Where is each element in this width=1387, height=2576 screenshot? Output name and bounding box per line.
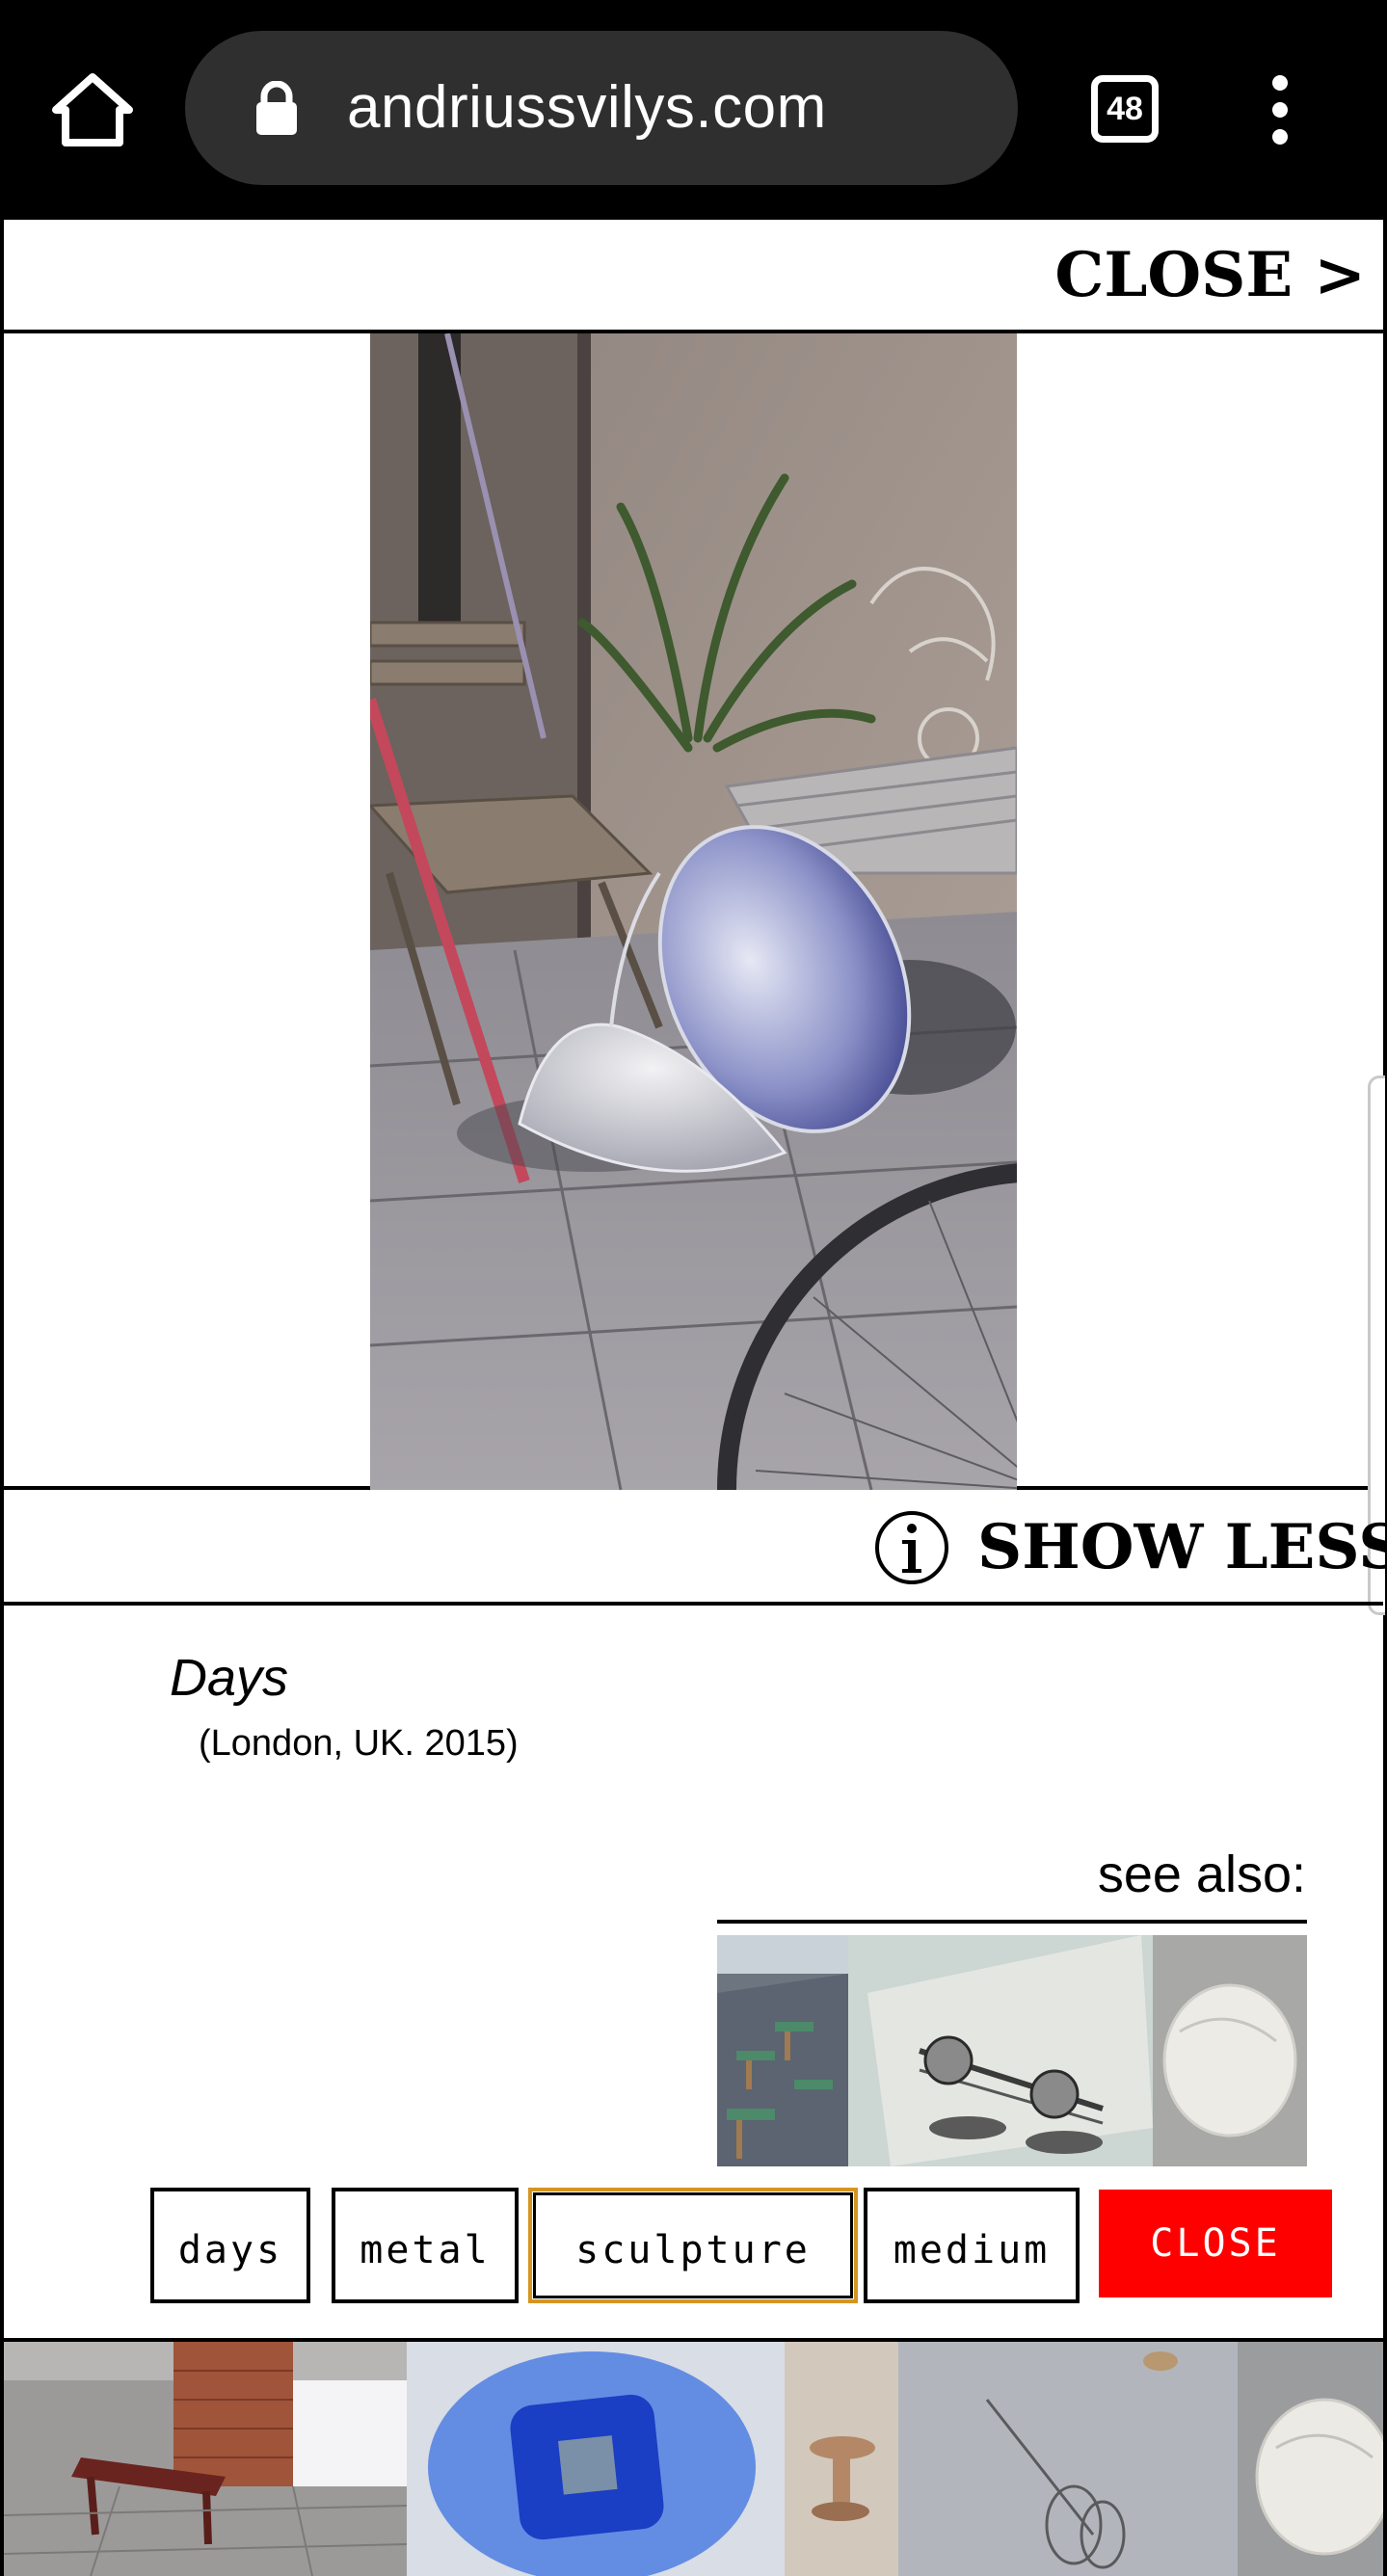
cafe-terrace-thumbnail[interactable] (717, 1935, 848, 2166)
sculpture-sketch-thumbnail[interactable] (848, 1935, 1153, 2166)
thumbnail-filmstrip (4, 2342, 1383, 2576)
see-also-divider (717, 1920, 1307, 1924)
home-icon[interactable] (50, 71, 135, 148)
more-vert-icon[interactable] (1263, 75, 1297, 145)
artwork-details: Days (London, UK. 2015) see also: days m… (4, 1606, 1383, 2342)
tag-metal[interactable]: metal (332, 2188, 519, 2303)
tabs-icon[interactable]: 48 (1091, 75, 1159, 143)
tag-sculpture[interactable]: sculpture (528, 2188, 858, 2303)
artwork-photo[interactable] (370, 333, 1017, 1490)
image-viewer (4, 333, 1385, 1615)
lock-icon (256, 81, 297, 135)
wire-drawing-photo[interactable] (898, 2342, 1238, 2576)
tab-count: 48 (1107, 90, 1143, 127)
see-also-heading: see also: (1097, 1846, 1306, 1903)
tag-medium[interactable]: medium (864, 2188, 1080, 2303)
show-less-button[interactable]: SHOW LESS (977, 1511, 1387, 1583)
plaster-shell-thumbnail[interactable] (1153, 1935, 1307, 2166)
artwork-title: Days (170, 1649, 289, 1707)
tag-days[interactable]: days (150, 2188, 310, 2303)
address-bar[interactable]: andriussvilys.com (185, 31, 1018, 185)
close-button[interactable]: CLOSE > (1054, 239, 1366, 311)
lightbox: CLOSE > SHOW LESS Days (London, UK. 2015… (0, 220, 1387, 2576)
info-icon (875, 1511, 948, 1584)
info-toggle-bar[interactable]: SHOW LESS (4, 1490, 1387, 1606)
blue-sculpture-photo[interactable] (407, 2342, 898, 2576)
lightbox-header: CLOSE > (4, 220, 1383, 333)
url-text: andriussvilys.com (347, 74, 827, 141)
browser-toolbar: andriussvilys.com 48 (0, 0, 1387, 220)
shell-photo[interactable] (1238, 2342, 1383, 2576)
artwork-location-year: (London, UK. 2015) (199, 1723, 519, 1764)
bench-photo[interactable] (4, 2342, 408, 2576)
tags-close-button[interactable]: CLOSE (1099, 2190, 1332, 2297)
see-also-thumbnails (717, 1935, 1307, 2166)
